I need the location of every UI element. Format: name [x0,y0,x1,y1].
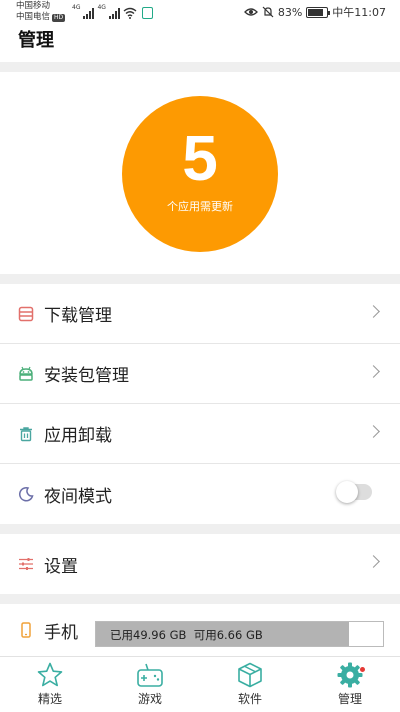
menu-label: 设置 [44,556,78,577]
signal-indicators: 4G 4G [72,5,153,19]
signal-icon [108,7,120,19]
tab-label: 管理 [337,692,362,706]
tab-label: 游戏 [137,692,162,706]
menu-label: 下载管理 [44,306,112,326]
carrier-2-label: 中国电信 [16,12,51,22]
moon-icon [18,486,34,502]
wifi-icon [123,7,137,19]
update-label: 个应用需更新 [167,200,233,213]
bottom-tab-bar: 精选 游戏 软件 管理 [0,656,400,712]
app-bar: 管理 [0,24,400,62]
carrier-1: 中国移动 [16,1,51,11]
storage-used-text: 已用49.96 GB [110,628,187,642]
location-icon [141,7,153,19]
tab-software[interactable]: 软件 [200,657,300,712]
clock: 中午11:07 [332,6,386,19]
night-mode-item: 夜间模式 [0,464,400,524]
eye-icon [243,8,258,16]
trash-icon [18,426,34,442]
mute-icon [262,6,274,18]
storage-text: 已用49.96 GB 可用6.66 GB [110,627,263,643]
tab-label: 精选 [37,692,62,706]
star-icon [37,662,63,687]
status-right: 83% 中午11:07 [243,4,386,20]
storage-free-text: 可用6.66 GB [193,628,263,642]
tab-games[interactable]: 游戏 [100,657,200,712]
download-list-icon [18,306,34,322]
network-type-2: 4G [97,4,106,11]
menu-label: 应用卸载 [44,426,112,446]
storage-bar: 已用49.96 GB 可用6.66 GB [95,621,384,647]
night-mode-toggle[interactable] [336,481,372,503]
battery-icon [306,6,331,18]
phone-icon [18,622,34,638]
pending-updates-button[interactable]: 5 个应用需更新 [122,96,278,252]
package-manager-item[interactable]: 安装包管理 [0,344,400,404]
tab-featured[interactable]: 精选 [0,657,100,712]
manage-menu: 下载管理 安装包管理 应用卸载 夜间模式 [0,284,400,524]
signal-icon [83,7,95,19]
android-icon [18,366,34,382]
update-count: 5 [182,122,218,194]
menu-label: 安装包管理 [44,366,129,386]
update-section: 5 个应用需更新 [0,72,400,274]
tab-manage[interactable]: 管理 [300,657,400,712]
hd-badge: HD [52,13,66,22]
status-bar: 中国移动 中国电信 HD 4G 4G 83% 中午11:07 [0,0,400,24]
gamepad-icon [137,663,163,687]
carrier-2: 中国电信 HD [16,12,66,23]
gear-icon [337,662,363,688]
storage-row: 手机 已用49.96 GB 可用6.66 GB [0,604,400,656]
app-uninstall-item[interactable]: 应用卸载 [0,404,400,464]
carrier-info: 中国移动 中国电信 HD [16,1,66,23]
network-type-1: 4G [72,4,81,11]
box-icon [238,662,262,688]
download-manager-item[interactable]: 下载管理 [0,284,400,344]
notification-dot [360,667,365,672]
sliders-icon [18,556,34,572]
battery-percent: 83% [277,5,303,19]
page-title: 管理 [18,30,54,51]
settings-item[interactable]: 设置 [0,534,400,594]
toggle-knob [336,481,358,503]
tab-label: 软件 [237,692,262,706]
